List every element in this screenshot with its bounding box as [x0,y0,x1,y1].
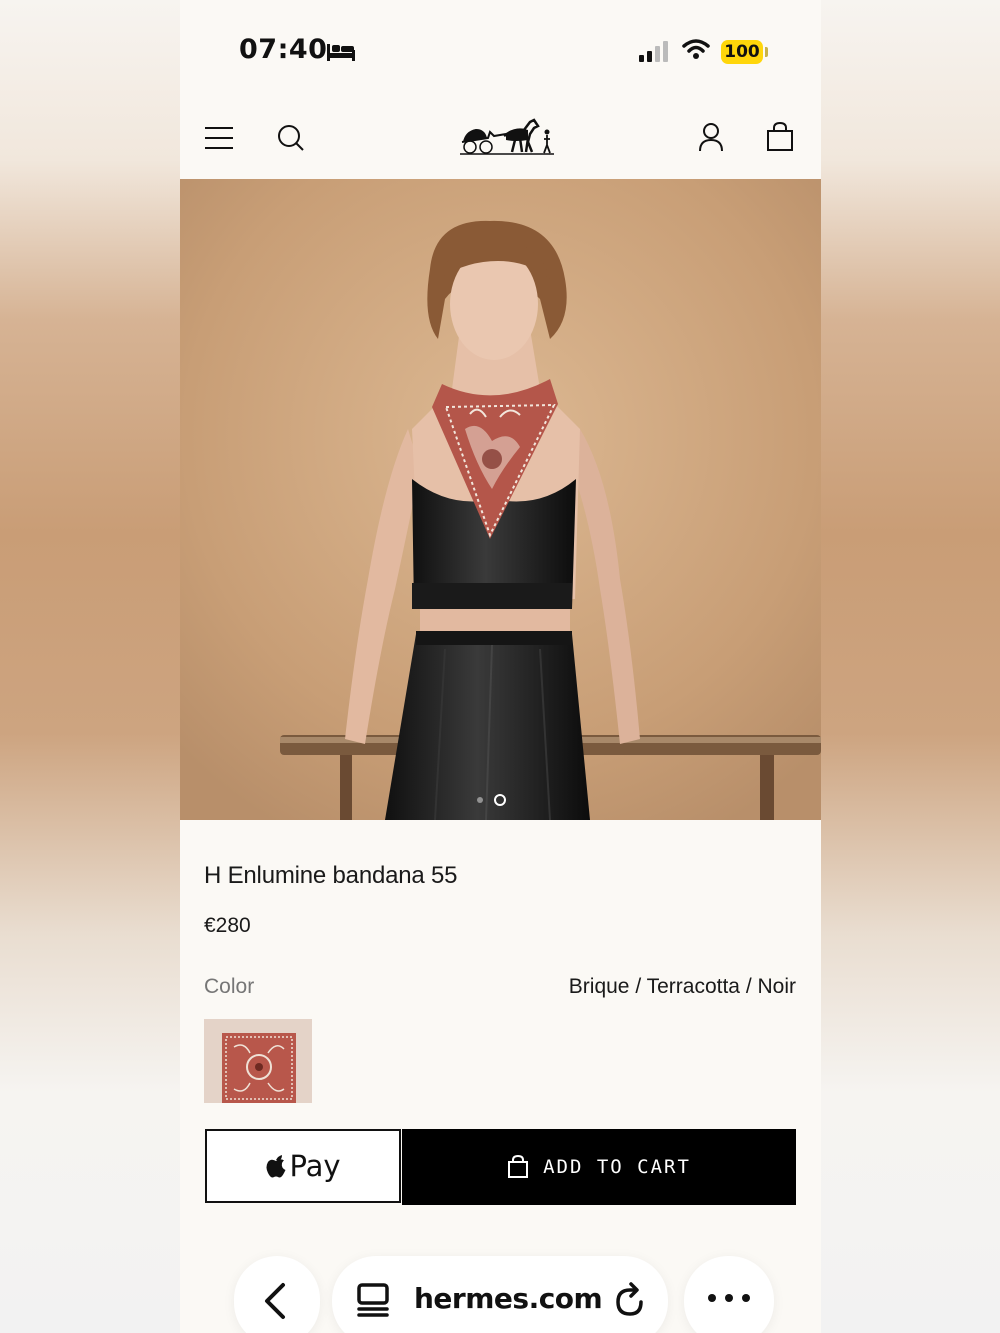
chevron-left-icon [265,1283,285,1319]
battery-tip [765,47,768,57]
add-to-cart-button[interactable]: ADD TO CART [402,1129,796,1205]
add-to-cart-label: ADD TO CART [543,1156,691,1178]
browser-address-bar[interactable]: hermes.com [332,1256,668,1333]
tab-overview-icon[interactable] [356,1282,390,1318]
bandana-thumbnail-image [204,1019,312,1103]
status-bar: 07:40 100 [180,0,821,100]
search-icon[interactable] [276,123,306,153]
battery-indicator: 100 [721,40,763,64]
carousel-dot[interactable] [477,797,483,803]
shopping-bag-icon[interactable] [766,122,794,152]
color-value: Brique / Terracotta / Noir [568,975,796,998]
apple-pay-button[interactable]: Pay [205,1129,401,1203]
phone-screen: 07:40 100 H Enlumine bandana 55 €280 Col… [180,0,821,1333]
product-price: €280 [204,914,251,937]
product-photo-model-wearing-bandana [180,179,821,820]
cellular-signal-icon [639,41,668,62]
account-icon[interactable] [698,122,724,152]
apple-pay-label: Pay [289,1149,341,1183]
browser-more-button[interactable] [684,1256,774,1333]
more-dots-icon [708,1294,750,1302]
bed-icon [327,44,355,61]
carousel-pagination [180,792,821,808]
status-time: 07:40 [239,34,328,65]
hermes-logo[interactable] [458,112,556,158]
product-image-carousel[interactable] [180,179,821,820]
site-header [180,100,821,179]
reload-icon[interactable] [614,1282,648,1318]
browser-back-button[interactable] [234,1256,320,1333]
apple-logo-icon [266,1155,286,1178]
menu-icon[interactable] [204,125,234,151]
product-title: H Enlumine bandana 55 [204,862,458,889]
color-swatch-thumbnail[interactable] [204,1019,312,1103]
wifi-icon [682,39,710,59]
shopping-bag-icon [508,1155,529,1178]
url-text: hermes.com [414,1282,603,1315]
carousel-dot-active[interactable] [494,794,506,806]
color-label: Color [204,975,255,998]
